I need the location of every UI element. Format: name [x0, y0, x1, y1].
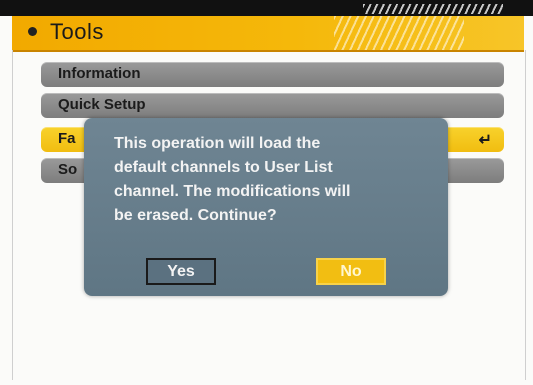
- no-button[interactable]: No: [316, 258, 386, 285]
- menu-item-label: Quick Setup: [58, 96, 146, 113]
- confirm-dialog: This operation will load the default cha…: [84, 118, 448, 296]
- enter-return-icon: ↵: [478, 132, 492, 149]
- menu-item-information[interactable]: Information: [41, 62, 504, 87]
- bullet-dot-icon: [28, 27, 37, 36]
- menu-item-label: So: [58, 161, 78, 178]
- decorative-stripes: [363, 4, 503, 14]
- top-bar: [0, 0, 533, 16]
- yes-button[interactable]: Yes: [146, 258, 216, 285]
- decorative-stripes: [334, 16, 464, 50]
- menu-item-label: Information: [58, 65, 141, 82]
- page-title: Tools: [50, 19, 104, 44]
- menu-item-label: Fa: [58, 130, 76, 147]
- menu-item-quick-setup[interactable]: Quick Setup: [41, 93, 504, 118]
- dialog-message: This operation will load the default cha…: [114, 135, 351, 224]
- title-bar: Tools: [12, 16, 524, 52]
